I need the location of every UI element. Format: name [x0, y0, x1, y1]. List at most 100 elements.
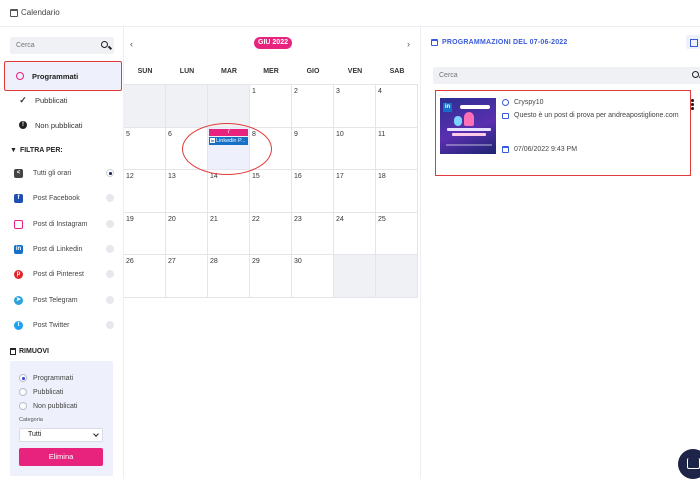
- calendar-empty-cell: [124, 85, 166, 128]
- calendar-empty-cell: [166, 85, 208, 128]
- option-label: Pubblicati: [33, 388, 64, 396]
- filter-label: Post di Instagram: [33, 220, 88, 228]
- filter-radio[interactable]: [106, 321, 114, 329]
- filter-label: Post di Linkedin: [33, 245, 83, 253]
- calendar-day-2[interactable]: 2: [292, 85, 334, 128]
- radio-button[interactable]: [19, 374, 27, 382]
- calendar: ‹ GIU 2022 › SUN LUN MAR MER GIO VEN SAB…: [124, 27, 420, 479]
- post-card[interactable]: in Cryspy10 Questo è un post di prova pe…: [435, 90, 694, 176]
- pinterest-icon: p: [14, 269, 23, 279]
- filter-instagram[interactable]: Post di Instagram: [14, 215, 114, 233]
- filter-title-text: FILTRA PER:: [19, 147, 63, 154]
- exclamation-icon: !: [19, 121, 27, 129]
- filter-radio[interactable]: [106, 296, 114, 304]
- remove-option-pubblicati[interactable]: Pubblicati: [19, 388, 63, 396]
- sidebar-search[interactable]: [10, 37, 114, 54]
- calendar-day-16[interactable]: 16: [292, 170, 334, 213]
- calendar-grid: 1 2 3 4 5 6 7 in Linkedin P... 8 9 10 11 12 13 14 15 16 17…: [124, 84, 418, 298]
- filter-radio[interactable]: [106, 245, 114, 253]
- calendar-day-25[interactable]: 25: [376, 212, 418, 255]
- day-number: 12: [126, 173, 134, 180]
- remove-option-programmati[interactable]: Programmati: [19, 374, 73, 382]
- calendar-day-20[interactable]: 20: [166, 212, 208, 255]
- calendar-icon: [431, 39, 438, 46]
- calendar-day-26[interactable]: 26: [124, 255, 166, 298]
- filter-pinterest[interactable]: p Post di Pinterest: [14, 265, 114, 283]
- calendar-day-30[interactable]: 30: [292, 255, 334, 298]
- schedule-search-input[interactable]: [433, 67, 653, 84]
- day-number: 28: [210, 258, 218, 265]
- calendar-day-29[interactable]: 29: [250, 255, 292, 298]
- expand-icon[interactable]: [686, 35, 700, 49]
- day-number: 24: [336, 215, 344, 223]
- calendar-icon: [502, 146, 509, 153]
- post-message-text: Questo è un post di prova per andreapost…: [514, 112, 679, 119]
- chat-icon[interactable]: [678, 449, 700, 479]
- day-number: 23: [294, 215, 302, 223]
- filter-radio[interactable]: [106, 169, 114, 177]
- calendar-day-13[interactable]: 13: [166, 170, 208, 213]
- calendar-day-11[interactable]: 11: [376, 127, 418, 170]
- app-title: Calendario: [10, 8, 60, 17]
- remove-option-non-pubblicati[interactable]: Non pubblicati: [19, 402, 77, 410]
- calendar-day-3[interactable]: 3: [334, 85, 376, 128]
- remove-panel: Programmati Pubblicati Non pubblicati Ca…: [10, 361, 113, 476]
- calendar-day-27[interactable]: 27: [166, 255, 208, 298]
- weekday-header: SAB: [389, 68, 405, 75]
- calendar-day-28[interactable]: 28: [208, 255, 250, 298]
- nav-item-label: Pubblicati: [35, 95, 68, 105]
- nav-item-pubblicati[interactable]: ✓ Pubblicati: [8, 89, 116, 111]
- user-icon: [502, 99, 509, 106]
- search-icon[interactable]: [692, 71, 699, 78]
- calendar-day-23[interactable]: 23: [292, 212, 334, 255]
- radio-button[interactable]: [19, 388, 27, 396]
- calendar-day-10[interactable]: 10: [334, 127, 376, 170]
- nav-item-programmati[interactable]: Programmati: [4, 61, 122, 91]
- calendar-day-24[interactable]: 24: [334, 212, 376, 255]
- filter-label: Tutti gli orari: [33, 169, 72, 177]
- day-number: 4: [378, 88, 382, 95]
- sidebar-search-input[interactable]: [10, 37, 95, 54]
- calendar-day-21[interactable]: 21: [208, 212, 250, 255]
- calendar-day-4[interactable]: 4: [376, 85, 418, 128]
- radio-button[interactable]: [19, 402, 27, 410]
- schedule-title-text: PROGRAMMAZIONI DEL 07-06-2022: [442, 39, 568, 46]
- filter-radio[interactable]: [106, 220, 114, 228]
- prev-month-button[interactable]: ‹: [130, 39, 133, 49]
- post-thumbnail[interactable]: in: [440, 98, 496, 154]
- weekday-header: GIO: [306, 68, 320, 75]
- next-month-button[interactable]: ›: [407, 39, 410, 49]
- calendar-day-17[interactable]: 17: [334, 170, 376, 213]
- calendar-day-5[interactable]: 5: [124, 127, 166, 170]
- more-options-icon[interactable]: [691, 99, 694, 110]
- calendar-empty-cell: [334, 255, 376, 298]
- filter-label: Post Telegram: [33, 296, 78, 304]
- day-number: 9: [294, 130, 298, 138]
- filter-facebook[interactable]: f Post Facebook: [14, 189, 114, 207]
- filter-twitter[interactable]: t Post Twitter: [14, 316, 114, 334]
- schedule-panel: PROGRAMMAZIONI DEL 07-06-2022 in Cryspy1…: [420, 27, 700, 479]
- calendar-day-1[interactable]: 1: [250, 85, 292, 128]
- linkedin-icon: in: [14, 244, 23, 254]
- calendar-day-22[interactable]: 22: [250, 212, 292, 255]
- category-select[interactable]: Tutti: [19, 428, 103, 442]
- calendar-day-9[interactable]: 9: [292, 127, 334, 170]
- filter-linkedin[interactable]: in Post di Linkedin: [14, 240, 114, 258]
- filter-radio[interactable]: [106, 270, 114, 278]
- day-number: 22: [252, 215, 260, 223]
- month-label[interactable]: GIU 2022: [254, 37, 292, 49]
- search-icon[interactable]: [101, 41, 108, 48]
- nav-item-non-pubblicati[interactable]: ! Non pubblicati: [8, 114, 116, 136]
- delete-button[interactable]: Elimina: [19, 448, 103, 466]
- filter-telegram[interactable]: ➤ Post Telegram: [14, 291, 114, 309]
- calendar-day-18[interactable]: 18: [376, 170, 418, 213]
- filter-all[interactable]: < Tutti gli orari: [14, 164, 114, 182]
- calendar-day-12[interactable]: 12: [124, 170, 166, 213]
- schedule-search[interactable]: [433, 67, 700, 84]
- calendar-day-19[interactable]: 19: [124, 212, 166, 255]
- option-label: Programmati: [33, 374, 74, 382]
- calendar-day-14[interactable]: 14: [208, 170, 250, 213]
- calendar-day-15[interactable]: 15: [250, 170, 292, 213]
- filter-radio[interactable]: [106, 194, 114, 202]
- telegram-icon: ➤: [14, 295, 23, 305]
